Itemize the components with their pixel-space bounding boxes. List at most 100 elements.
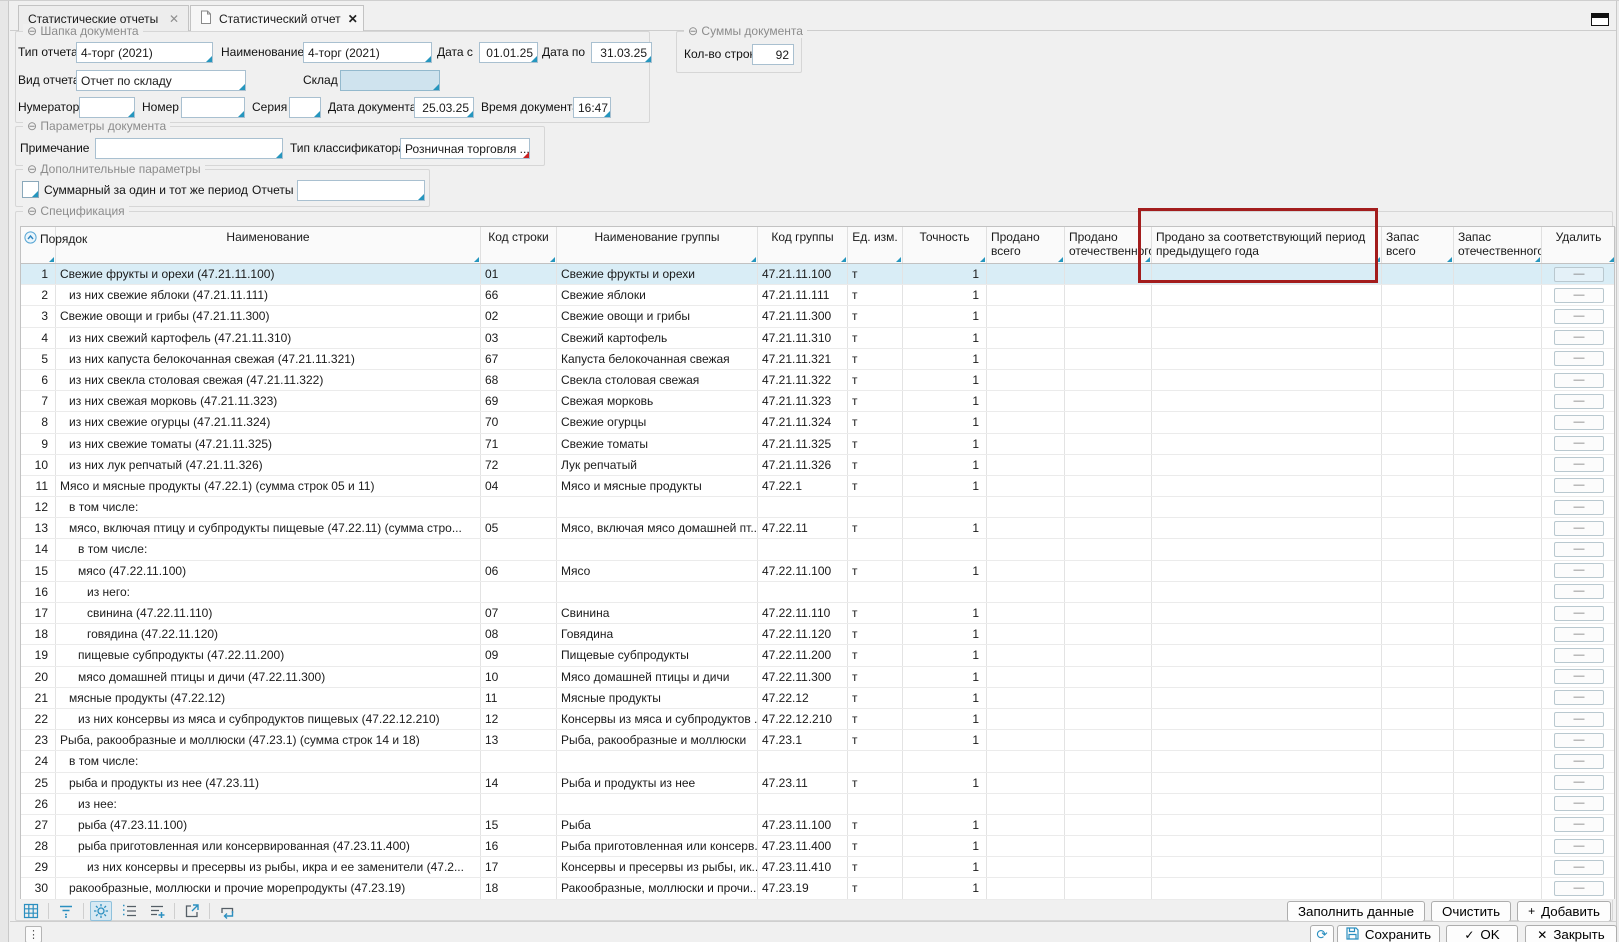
open-external-icon[interactable] — [181, 901, 203, 921]
header-name[interactable]: Наименование — [56, 227, 481, 263]
table-row[interactable]: 27 рыба (47.23.11.100) 15 Рыба 47.23.11.… — [21, 815, 1614, 836]
header-precision[interactable]: Точность — [903, 227, 987, 263]
table-row[interactable]: 20 мясо домашней птицы и дичи (47.22.11.… — [21, 667, 1614, 688]
table-row[interactable]: 5 из них капуста белокочанная свежая (47… — [21, 349, 1614, 370]
delete-row-button[interactable]: — — [1554, 500, 1604, 515]
delete-row-button[interactable]: — — [1554, 563, 1604, 578]
table-row[interactable]: 2 из них свежие яблоки (47.21.11.111) 66… — [21, 285, 1614, 306]
delete-row-button[interactable]: — — [1554, 754, 1604, 769]
report-type-field[interactable]: 4-торг (2021) — [76, 42, 213, 63]
header-sold-total[interactable]: Продано всего — [987, 227, 1065, 263]
delete-row-button[interactable]: — — [1554, 330, 1604, 345]
table-row[interactable]: 13 мясо, включая птицу и субпродукты пищ… — [21, 518, 1614, 539]
kebab-menu-button[interactable]: ⋮ — [25, 926, 42, 942]
header-group-name[interactable]: Наименование группы — [557, 227, 758, 263]
delete-row-button[interactable]: — — [1554, 288, 1604, 303]
delete-row-button[interactable]: — — [1554, 521, 1604, 536]
header-sold-prev-period[interactable]: Продано за соответствующий период предыд… — [1152, 227, 1382, 263]
delete-row-button[interactable]: — — [1554, 860, 1604, 875]
delete-row-button[interactable]: — — [1554, 839, 1604, 854]
table-row[interactable]: 18 говядина (47.22.11.120) 08 Говядина 4… — [21, 624, 1614, 645]
header-row-code[interactable]: Код строки — [481, 227, 557, 263]
settings-gear-icon[interactable] — [90, 901, 112, 921]
table-row[interactable]: 21 мясные продукты (47.22.12) 11 Мясные … — [21, 688, 1614, 709]
delete-row-button[interactable]: — — [1554, 478, 1604, 493]
report-kind-field[interactable]: Отчет по складу — [76, 70, 246, 91]
table-row[interactable]: 10 из них лук репчатый (47.21.11.326) 72… — [21, 455, 1614, 476]
tab-statistical-report[interactable]: Статистический отчет ✕ — [190, 5, 364, 32]
delete-row-button[interactable]: — — [1554, 817, 1604, 832]
table-row[interactable]: 6 из них свекла столовая свежая (47.21.1… — [21, 370, 1614, 391]
delete-row-button[interactable]: — — [1554, 606, 1604, 621]
number-field[interactable] — [181, 97, 245, 118]
filter-icon[interactable] — [55, 901, 77, 921]
doc-date-field[interactable]: 25.03.25 — [414, 97, 474, 118]
table-row[interactable]: 29 из них консервы и пресервы из рыбы, и… — [21, 857, 1614, 878]
refresh-button[interactable]: ⟳ — [1310, 925, 1334, 942]
delete-row-button[interactable]: — — [1554, 542, 1604, 557]
date-from-field[interactable]: 01.01.25 — [479, 42, 538, 63]
save-button[interactable]: Сохранить — [1337, 925, 1440, 942]
delete-row-button[interactable]: — — [1554, 648, 1604, 663]
delete-row-button[interactable]: — — [1554, 881, 1604, 896]
delete-row-button[interactable]: — — [1554, 733, 1604, 748]
delete-row-button[interactable]: — — [1554, 669, 1604, 684]
table-row[interactable]: 25 рыба и продукты из нее (47.23.11) 14 … — [21, 773, 1614, 794]
numerator-field[interactable] — [79, 97, 135, 118]
table-row[interactable]: 3 Свежие овощи и грибы (47.21.11.300) 02… — [21, 306, 1614, 327]
close-button[interactable]: ✕ Закрыть — [1525, 925, 1617, 942]
clear-button[interactable]: Очистить — [1431, 901, 1511, 922]
delete-row-button[interactable]: — — [1554, 415, 1604, 430]
fill-data-button[interactable]: Заполнить данные — [1287, 901, 1425, 922]
reload-loop-icon[interactable] — [216, 901, 238, 921]
table-row[interactable]: 8 из них свежие огурцы (47.21.11.324) 70… — [21, 412, 1614, 433]
grid-view-icon[interactable] — [20, 901, 42, 921]
delete-row-button[interactable]: — — [1554, 775, 1604, 790]
table-row[interactable]: 1 Свежие фрукты и орехи (47.21.11.100) 0… — [21, 264, 1614, 285]
table-row[interactable]: 19 пищевые субпродукты (47.22.11.200) 09… — [21, 645, 1614, 666]
header-stock-domestic[interactable]: Запас отечественного — [1454, 227, 1542, 263]
delete-row-button[interactable]: — — [1554, 796, 1604, 811]
table-row[interactable]: 15 мясо (47.22.11.100) 06 Мясо 47.22.11.… — [21, 561, 1614, 582]
maximize-window-icon[interactable] — [1591, 13, 1609, 26]
table-row[interactable]: 28 рыба приготовленная или консервирован… — [21, 836, 1614, 857]
delete-row-button[interactable]: — — [1554, 351, 1604, 366]
delete-row-button[interactable]: — — [1554, 690, 1604, 705]
header-order[interactable]: Порядок — [21, 227, 56, 263]
row-count-field[interactable]: 92 — [752, 44, 794, 65]
table-row[interactable]: 4 из них свежий картофель (47.21.11.310)… — [21, 328, 1614, 349]
table-row[interactable]: 11 Мясо и мясные продукты (47.22.1) (сум… — [21, 476, 1614, 497]
summary-period-checkbox[interactable] — [22, 181, 39, 198]
table-row[interactable]: 23 Рыба, ракообразные и моллюски (47.23.… — [21, 730, 1614, 751]
table-row[interactable]: 30 ракообразные, моллюски и прочие мореп… — [21, 878, 1614, 899]
delete-row-button[interactable]: — — [1554, 394, 1604, 409]
table-row[interactable]: 16 из него: — — [21, 582, 1614, 603]
classifier-type-field[interactable]: Розничная торговля ... — [400, 138, 530, 159]
header-sold-domestic[interactable]: Продано отечественного — [1065, 227, 1152, 263]
collapse-icon[interactable]: ⊖ — [27, 119, 37, 133]
delete-row-button[interactable]: — — [1554, 712, 1604, 727]
header-unit[interactable]: Ед. изм. — [848, 227, 903, 263]
collapse-icon[interactable]: ⊖ — [27, 204, 37, 218]
table-row[interactable]: 14 в том числе: — — [21, 539, 1614, 560]
note-field[interactable] — [95, 138, 283, 159]
date-to-field[interactable]: 31.03.25 — [591, 42, 652, 63]
table-row[interactable]: 22 из них консервы из мяса и субпродукто… — [21, 709, 1614, 730]
tab-close-icon[interactable]: ✕ — [169, 12, 179, 26]
table-row[interactable]: 9 из них свежие томаты (47.21.11.325) 71… — [21, 434, 1614, 455]
ok-button[interactable]: ✓ OK — [1446, 925, 1518, 942]
collapse-icon[interactable]: ⊖ — [27, 24, 37, 38]
add-button[interactable]: +Добавить — [1517, 901, 1611, 922]
header-delete[interactable]: Удалить — [1542, 227, 1616, 263]
list-add-icon[interactable] — [146, 901, 168, 921]
series-field[interactable] — [289, 97, 321, 118]
table-row[interactable]: 24 в том числе: — — [21, 751, 1614, 772]
table-row[interactable]: 7 из них свежая морковь (47.21.11.323) 6… — [21, 391, 1614, 412]
delete-row-button[interactable]: — — [1554, 584, 1604, 599]
table-row[interactable]: 26 из нее: — — [21, 794, 1614, 815]
warehouse-field[interactable] — [340, 70, 440, 91]
doc-time-field[interactable]: 16:47 — [573, 97, 611, 118]
sort-ascending-icon[interactable] — [24, 231, 37, 247]
delete-row-button[interactable]: — — [1554, 436, 1604, 451]
tab-close-icon[interactable]: ✕ — [348, 12, 358, 26]
